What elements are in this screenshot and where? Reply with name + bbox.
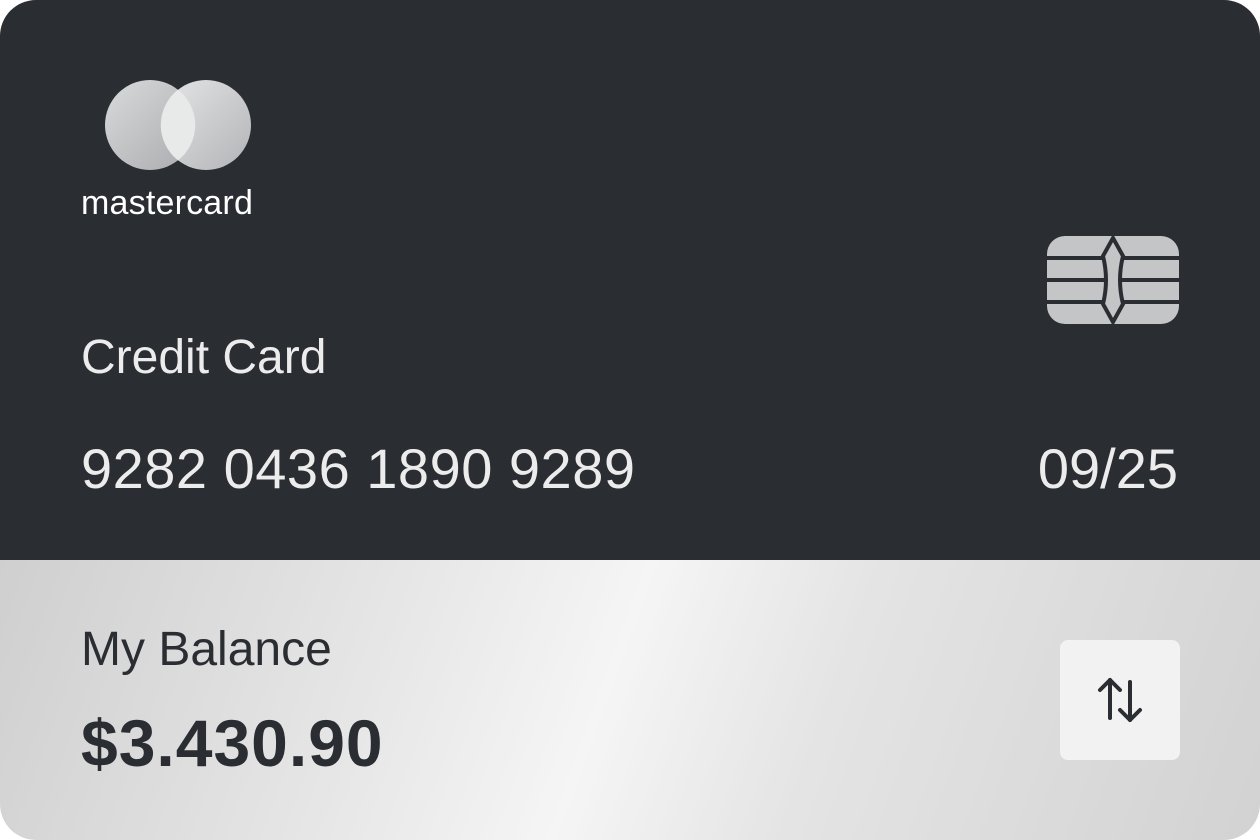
card-chip-icon (1047, 236, 1179, 324)
card-type-label: Credit Card (81, 331, 327, 384)
brand-name: mastercard (81, 184, 254, 222)
card-expiry-date: 09/25 (1037, 437, 1178, 500)
swap-arrows-icon (1098, 678, 1142, 722)
credit-card: mastercard Credit Card 9282 0436 1890 92… (0, 0, 1260, 840)
card-front-panel: mastercard Credit Card 9282 0436 1890 92… (0, 0, 1260, 560)
mastercard-logo-icon (105, 80, 251, 170)
card-number: 9282 0436 1890 9289 (81, 437, 636, 500)
transfer-button[interactable] (1060, 640, 1180, 760)
balance-amount: $3.430.90 (81, 706, 384, 780)
balance-label: My Balance (81, 623, 332, 676)
